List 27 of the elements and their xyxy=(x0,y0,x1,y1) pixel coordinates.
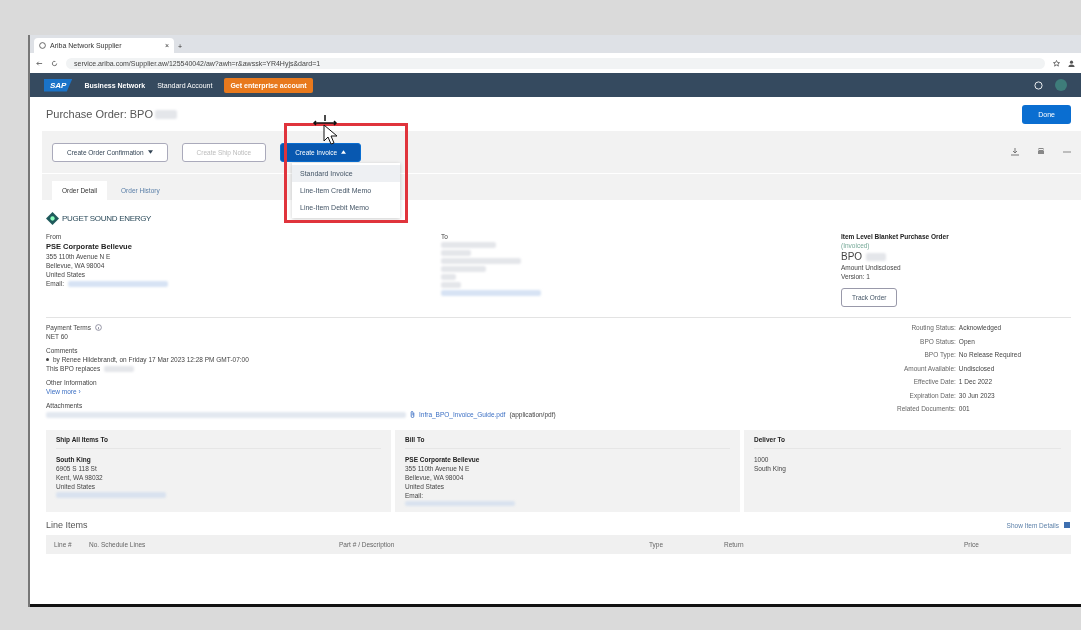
redacted-text xyxy=(104,365,135,372)
profile-icon[interactable] xyxy=(1068,59,1075,67)
cursor-icon xyxy=(312,115,338,145)
download-icon[interactable] xyxy=(1011,148,1019,156)
print-icon[interactable] xyxy=(1037,148,1045,156)
page-title: Purchase Order: BPO xyxy=(46,108,177,120)
redacted-text xyxy=(441,282,461,288)
bullet-icon xyxy=(46,358,49,361)
company-logo-icon xyxy=(46,212,59,225)
paperclip-icon xyxy=(410,411,415,418)
info-icon[interactable] xyxy=(95,324,103,331)
sap-logo[interactable]: SAP xyxy=(44,78,73,92)
star-icon[interactable] xyxy=(1053,59,1060,67)
line-items-title: Line Items xyxy=(46,520,88,530)
redacted-text xyxy=(155,109,177,119)
company-name: PUGET SOUND ENERGY xyxy=(62,214,152,223)
caret-icon xyxy=(147,150,153,154)
caret-icon xyxy=(341,150,347,154)
redacted-text xyxy=(866,252,887,261)
redacted-text xyxy=(441,250,471,256)
redacted-text xyxy=(441,242,496,248)
redacted-text xyxy=(441,266,486,272)
reload-icon[interactable] xyxy=(51,59,58,67)
back-icon[interactable] xyxy=(36,59,43,67)
table-settings-icon[interactable] xyxy=(1063,521,1071,529)
redacted-text xyxy=(441,274,456,280)
order-number: BPO xyxy=(841,251,863,262)
